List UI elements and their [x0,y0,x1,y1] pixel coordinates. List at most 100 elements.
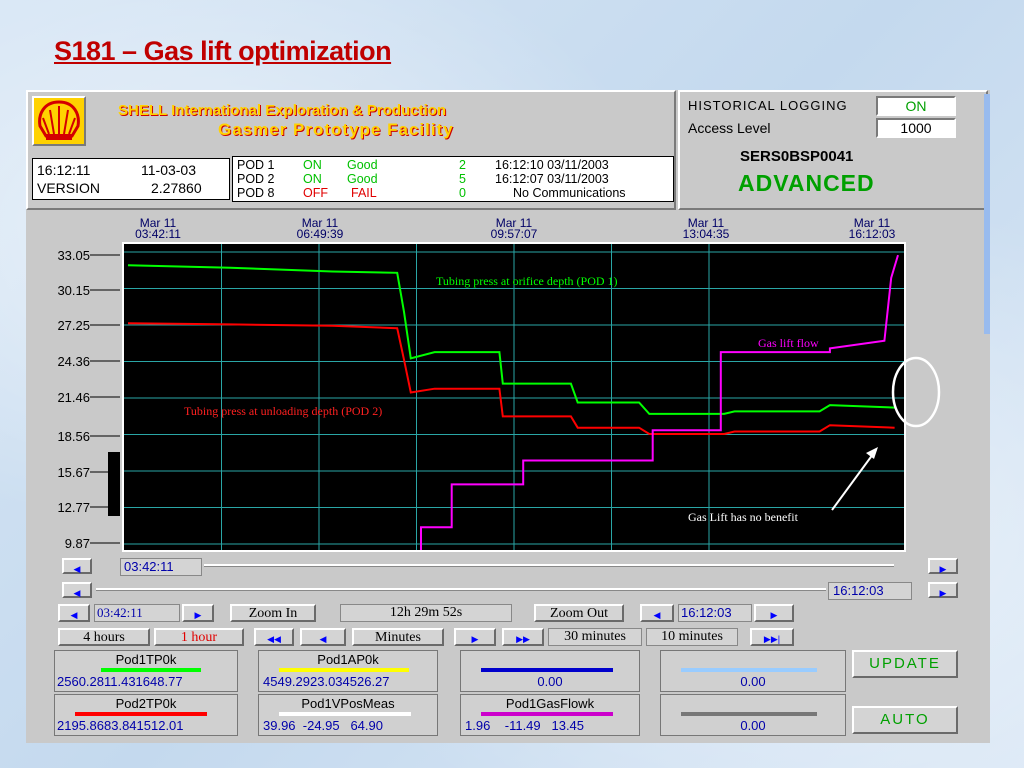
tag-values: 1.96 -11.49 13.45 [465,718,585,733]
scroll-track[interactable] [204,564,894,567]
clock-time: 16:12:11 [37,162,91,178]
end-scrollbar[interactable]: ◀ 16:12:03 ▶ [56,580,964,600]
plot-area: Tubing press at orifice depth (POD 1) Tu… [122,242,906,552]
end-forward-button[interactable]: ▶ [754,604,794,622]
y-tick-label: 27.25 [57,318,90,333]
end-time-field[interactable]: 16:12:03 [678,604,752,622]
shell-logo [32,96,86,146]
step-forward-button[interactable]: ▶ [454,628,496,646]
tag-box-empty-gray[interactable]: 0.00 [660,694,846,736]
tag-values: 2560.2811.431648.77 [57,674,183,689]
y-tick-label: 21.46 [57,390,90,405]
update-button[interactable]: UPDATE [852,650,958,678]
y-tick-label: 30.15 [57,283,90,298]
start-scrollbar[interactable]: ◀ 03:42:11 ▶ [56,556,964,576]
x-tick-label: Mar 11 06:49:39 [296,216,344,241]
header-panel: SHELL International Exploration & Produc… [26,90,676,210]
status-panel: HISTORICAL LOGGING ON Access Level 1000 … [678,90,988,210]
y-tick-label: 33.05 [57,248,90,263]
scroll-left-button[interactable]: ◀ [62,558,92,574]
span-display: 12h 29m 52s [340,604,512,622]
clock-box: 16:12:11 11-03-03 VERSION 2.27860 [32,158,230,200]
y-tick-label: 15.67 [57,465,90,480]
start-forward-button[interactable]: ▶ [182,604,214,622]
tag-box-pod2tp0k[interactable]: Pod2TP0k 2195.8683.841512.01 [54,694,238,736]
tag-name: Pod1TP0k [115,652,177,667]
pod-stamp: 16:12:07 03/11/2003 [495,172,609,186]
tag-color-swatch [481,712,613,716]
scroll-end-value: 16:12:03 [828,582,912,600]
clock-date: 11-03-03 [141,162,197,178]
tag-values: 0.00 [537,674,563,689]
range-4-hours-button[interactable]: 4 hours [58,628,150,646]
x-tick-label: Mar 11 16:12:03 [848,216,896,241]
pod-name: POD 8 [237,186,275,200]
historical-logging-label: HISTORICAL LOGGING [688,98,848,113]
pod-count: 2 [459,158,466,172]
y-scroll-thumb[interactable] [108,452,120,516]
scroll-right-button[interactable]: ▶ [928,558,958,574]
30-minutes-button[interactable]: 30 minutes [548,628,642,646]
y-tick-label: 24.36 [57,354,90,369]
end-back-button[interactable]: ◀ [640,604,674,622]
tag-values: 0.00 [740,718,766,733]
tag-values: 4549.2923.034526.27 [263,674,390,689]
auto-button[interactable]: AUTO [852,706,958,734]
slide-title: S181 – Gas lift optimization [54,36,392,66]
y-tick-label: 9.87 [64,536,90,551]
access-level-value: 1000 [876,118,956,138]
historical-logging-value: ON [876,96,956,116]
scada-window: SHELL International Exploration & Produc… [26,90,990,743]
station-id: SERS0BSP0041 [740,148,854,165]
10-minutes-button[interactable]: 10 minutes [646,628,738,646]
tag-box-pod1gasflowk[interactable]: Pod1GasFlowk 1.96 -11.49 13.45 [460,694,640,736]
callout-overlay [831,447,878,511]
x-tick-label: Mar 11 09:57:07 [490,216,538,241]
y-tick-label: 12.77 [57,500,90,515]
tag-box-empty-blue[interactable]: 0.00 [460,650,640,692]
mode-indicator: ADVANCED [738,170,875,196]
y-tick-label: 18.56 [57,429,90,444]
pod-status-table: POD 1 ON Good 2 16:12:10 03/11/2003 POD … [232,156,674,202]
window-scrollbar[interactable] [984,94,990,334]
scroll-right-button[interactable]: ▶ [928,582,958,598]
tag-values: 39.96 -24.95 64.90 [263,718,383,733]
pod-stamp: 16:12:10 03/11/2003 [495,158,609,172]
company-line2: Gasmer Prototype Facility [218,120,454,139]
tag-box-pod1vposmeas[interactable]: Pod1VPosMeas 39.96 -24.95 64.90 [258,694,438,736]
arrowhead-icon [866,447,878,459]
range-1-hour-button[interactable]: 1 hour [154,628,244,646]
tag-box-pod1tp0k[interactable]: Pod1TP0k 2560.2811.431648.77 [54,650,238,692]
scroll-start-value: 03:42:11 [120,558,202,576]
pod-count: 5 [459,172,466,186]
tag-color-swatch [681,712,817,716]
tag-box-pod1ap0k[interactable]: Pod1AP0k 4549.2923.034526.27 [258,650,438,692]
tag-box-empty-lightblue[interactable]: 0.00 [660,650,846,692]
tag-color-swatch [279,668,409,672]
tag-color-swatch [681,668,817,672]
start-back-button[interactable]: ◀ [58,604,90,622]
pod-state: ON [303,172,322,186]
zoom-in-button[interactable]: Zoom In [230,604,316,622]
jump-end-button[interactable]: ▶▶| [750,628,794,646]
scroll-left-button[interactable]: ◀ [62,582,92,598]
tag-color-swatch [101,668,201,672]
step-back-button[interactable]: ◀ [300,628,346,646]
tag-values: 0.00 [740,674,766,689]
tag-color-swatch [75,712,207,716]
fast-back-button[interactable]: ◀◀ [254,628,294,646]
highlight-circle-icon [891,356,941,428]
pod-state: ON [303,158,322,172]
pod-stamp: No Communications [513,186,626,200]
callout-arrow-icon [831,449,877,511]
minutes-button[interactable]: Minutes [352,628,444,646]
scroll-track[interactable] [96,588,826,591]
tag-name: Pod1GasFlowk [505,696,595,711]
pod-quality: FAIL [351,186,377,200]
start-time-field[interactable]: 03:42:11 [94,604,180,622]
zoom-out-button[interactable]: Zoom Out [534,604,624,622]
tag-color-swatch [481,668,613,672]
fast-forward-button[interactable]: ▶▶ [502,628,544,646]
pod-state: OFF [303,186,328,200]
x-tick-label: Mar 11 03:42:11 [135,216,181,241]
